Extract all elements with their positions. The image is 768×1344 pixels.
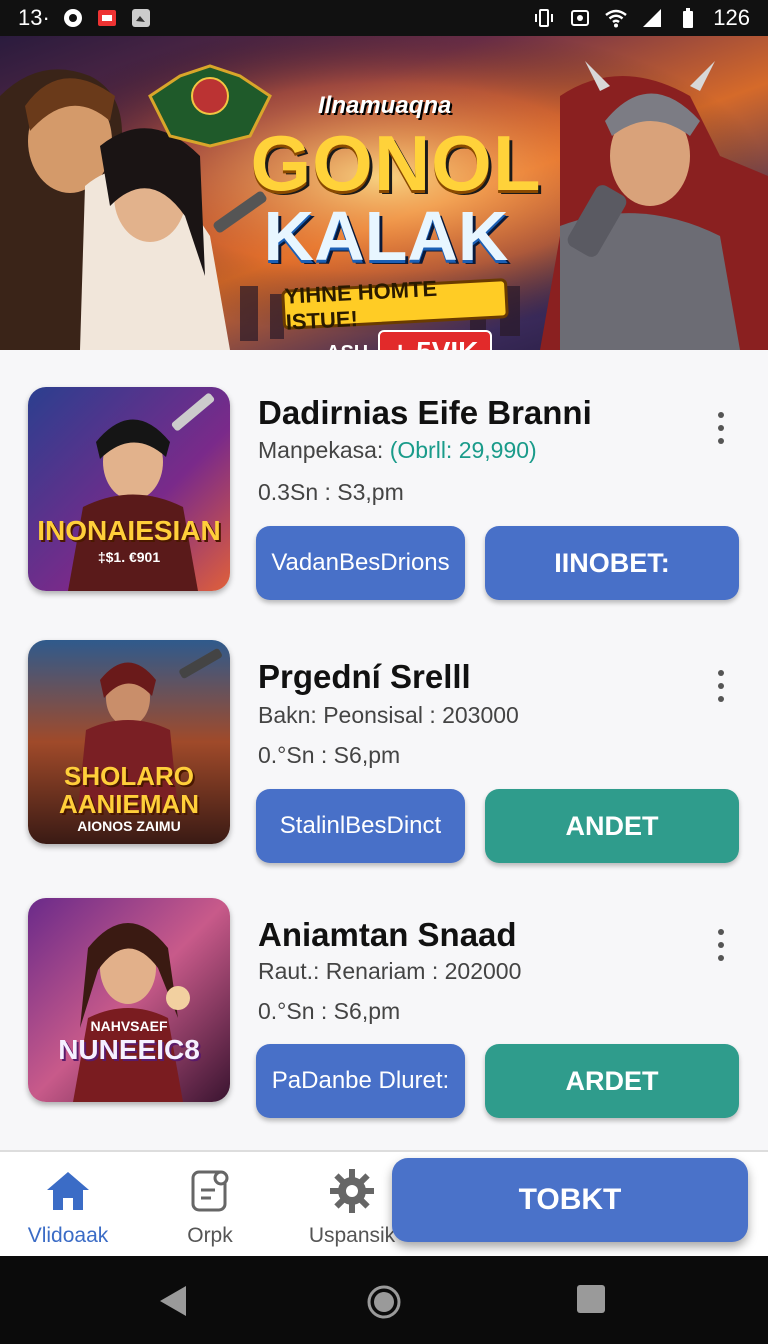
- game-time: 0.3Sn : S3,pm: [258, 479, 404, 505]
- game-secondary-button[interactable]: VadanBesDrions: [256, 526, 465, 600]
- gear-icon: [330, 1169, 374, 1213]
- gallery-notification-icon: [130, 7, 152, 29]
- game-title[interactable]: Aniamtan Snaad: [258, 916, 517, 954]
- game-primary-button[interactable]: ANDET: [485, 789, 739, 863]
- banner-badge: + 5VIK: [378, 330, 493, 350]
- game-meta-label: Bakn: Peonsisal : 203000: [258, 702, 519, 728]
- nav-label: Uspansik: [308, 1224, 396, 1247]
- app-notification-icon: [96, 7, 118, 29]
- banner-ribbon: YIHNE HOMTE ISTUE!: [281, 276, 509, 335]
- game-meta: Raut.: Renariam : 202000: [258, 958, 521, 985]
- game-secondary-button[interactable]: StalinlBesDinct: [256, 789, 465, 863]
- home-button-icon[interactable]: [366, 1284, 402, 1320]
- game-thumb-title: SHOLARO AANIEMAN: [58, 761, 200, 819]
- vibrate-icon: [533, 7, 555, 29]
- game-primary-button[interactable]: IINOBET:: [485, 526, 739, 600]
- primary-action-button[interactable]: TOBKT: [392, 1158, 748, 1242]
- banner-title-line2: KALAK: [263, 197, 509, 275]
- more-options-icon[interactable]: [708, 666, 734, 706]
- banner-ash-label: ASH: [326, 342, 368, 350]
- game-meta-label: Raut.: Renariam : 202000: [258, 958, 522, 984]
- game-time: 0.°Sn : S6,pm: [258, 742, 401, 768]
- document-edit-icon: [191, 1170, 229, 1212]
- game-art: [28, 898, 230, 1102]
- promo-banner[interactable]: Ilnamuaqna GONOL KALAK YIHNE HOMTE ISTUE…: [0, 36, 768, 350]
- signal-icon: [641, 7, 663, 29]
- list-item: INONAIESIAN ‡$1. €901 Dadirnias Eife Bra…: [0, 350, 768, 606]
- list-item: NAHVSAEF NUNEEIC8 Aniamtan Snaad Raut.: …: [0, 862, 768, 1118]
- record-icon: [62, 7, 84, 29]
- game-time: 0.°Sn : S6,pm: [258, 998, 401, 1024]
- more-options-icon[interactable]: [708, 408, 734, 448]
- wifi-icon: [605, 7, 628, 29]
- banner-kicker: Ilnamuaqna: [318, 92, 452, 119]
- game-meta: Manpekasa: (Obrll: 29,990): [258, 437, 537, 464]
- status-time: 13·: [18, 5, 50, 30]
- status-bar: 13· 126: [0, 0, 768, 36]
- system-navigation-bar: [0, 1256, 768, 1344]
- screenshot-icon: [569, 7, 591, 29]
- nav-item-home[interactable]: Vlidoaak: [8, 1166, 128, 1248]
- back-icon[interactable]: [156, 1284, 190, 1318]
- nav-label: Vlidoaak: [27, 1224, 109, 1247]
- game-title[interactable]: Prgední Srelll: [258, 658, 471, 696]
- more-options-icon[interactable]: [708, 925, 734, 965]
- game-meta-label: Manpekasa:: [258, 437, 384, 463]
- list-item: SHOLARO AANIEMAN AIONOS ZAIMU Prgední Sr…: [0, 606, 768, 863]
- game-meta: Bakn: Peonsisal : 203000: [258, 702, 519, 729]
- game-meta-value: (Obrll: 29,990): [389, 437, 537, 463]
- game-secondary-button[interactable]: PaDanbe Dluret:: [256, 1044, 465, 1118]
- game-thumb-title: INONAIESIAN: [37, 515, 221, 546]
- game-thumbnail[interactable]: INONAIESIAN ‡$1. €901: [28, 387, 230, 591]
- game-thumb-subtitle: AIONOS ZAIMU: [77, 818, 181, 834]
- game-thumb-subtitle: NAHVSAEF: [90, 1018, 168, 1034]
- game-title[interactable]: Dadirnias Eife Branni: [258, 394, 592, 432]
- game-thumbnail[interactable]: SHOLARO AANIEMAN AIONOS ZAIMU: [28, 640, 230, 844]
- battery-level: 126: [713, 5, 750, 30]
- game-thumbnail[interactable]: NAHVSAEF NUNEEIC8: [28, 898, 230, 1102]
- game-thumb-subtitle: ‡$1. €901: [97, 549, 161, 565]
- game-thumb-title: NUNEEIC8: [58, 1034, 200, 1065]
- nav-item-orders[interactable]: Orpk: [150, 1166, 270, 1248]
- battery-icon: [677, 7, 699, 29]
- game-list: INONAIESIAN ‡$1. €901 Dadirnias Eife Bra…: [0, 350, 768, 1150]
- nav-label: Orpk: [187, 1224, 233, 1247]
- recents-icon[interactable]: [576, 1284, 606, 1314]
- home-icon: [47, 1172, 89, 1210]
- game-primary-button[interactable]: ARDET: [485, 1044, 739, 1118]
